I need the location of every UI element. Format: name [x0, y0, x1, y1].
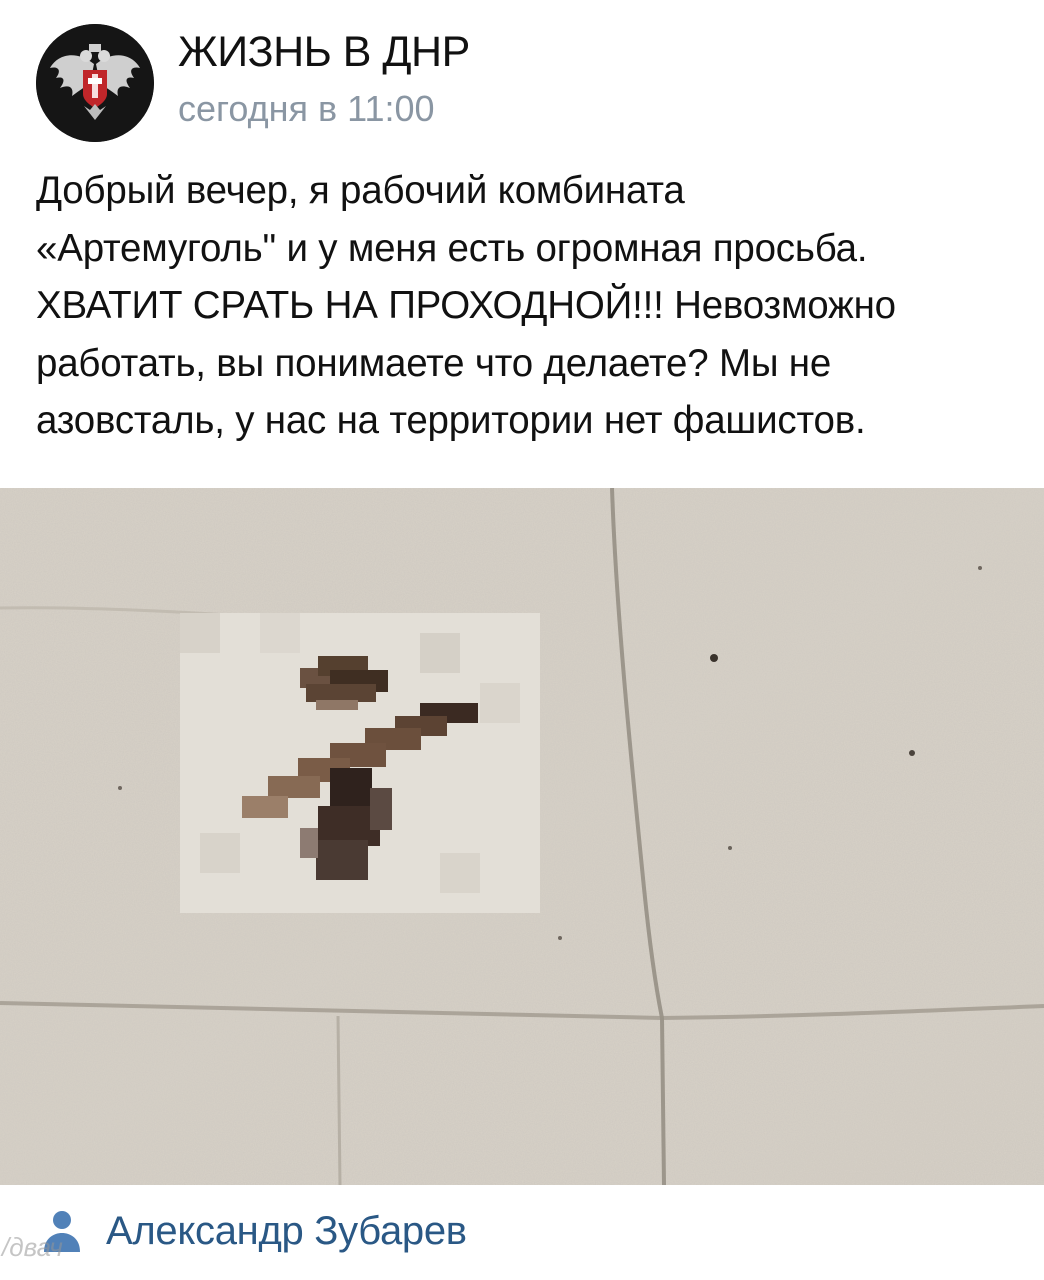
post-meta: ЖИЗНЬ В ДНР сегодня в 11:00: [178, 26, 470, 132]
post-header: ЖИЗНЬ В ДНР сегодня в 11:00: [36, 24, 470, 144]
watermark-text: /двач: [2, 1232, 63, 1262]
post-author[interactable]: Александр Зубарев: [36, 1207, 467, 1255]
pixelated-photo: [0, 488, 1044, 1185]
post-footer: Александр Зубарев /двач: [0, 1185, 1044, 1280]
post: ЖИЗНЬ В ДНР сегодня в 11:00 Добрый вечер…: [0, 0, 1044, 1280]
dnr-eagle-emblem-icon: [36, 24, 154, 142]
group-name-link[interactable]: ЖИЗНЬ В ДНР: [178, 26, 470, 78]
pixelated-region: [180, 613, 540, 913]
author-name-link[interactable]: Александр Зубарев: [106, 1207, 467, 1255]
post-text: Добрый вечер, я рабочий комбината «Артем…: [36, 169, 896, 442]
post-timestamp[interactable]: сегодня в 11:00: [178, 86, 470, 132]
post-photo[interactable]: [0, 488, 1044, 1185]
group-avatar[interactable]: [36, 24, 154, 142]
